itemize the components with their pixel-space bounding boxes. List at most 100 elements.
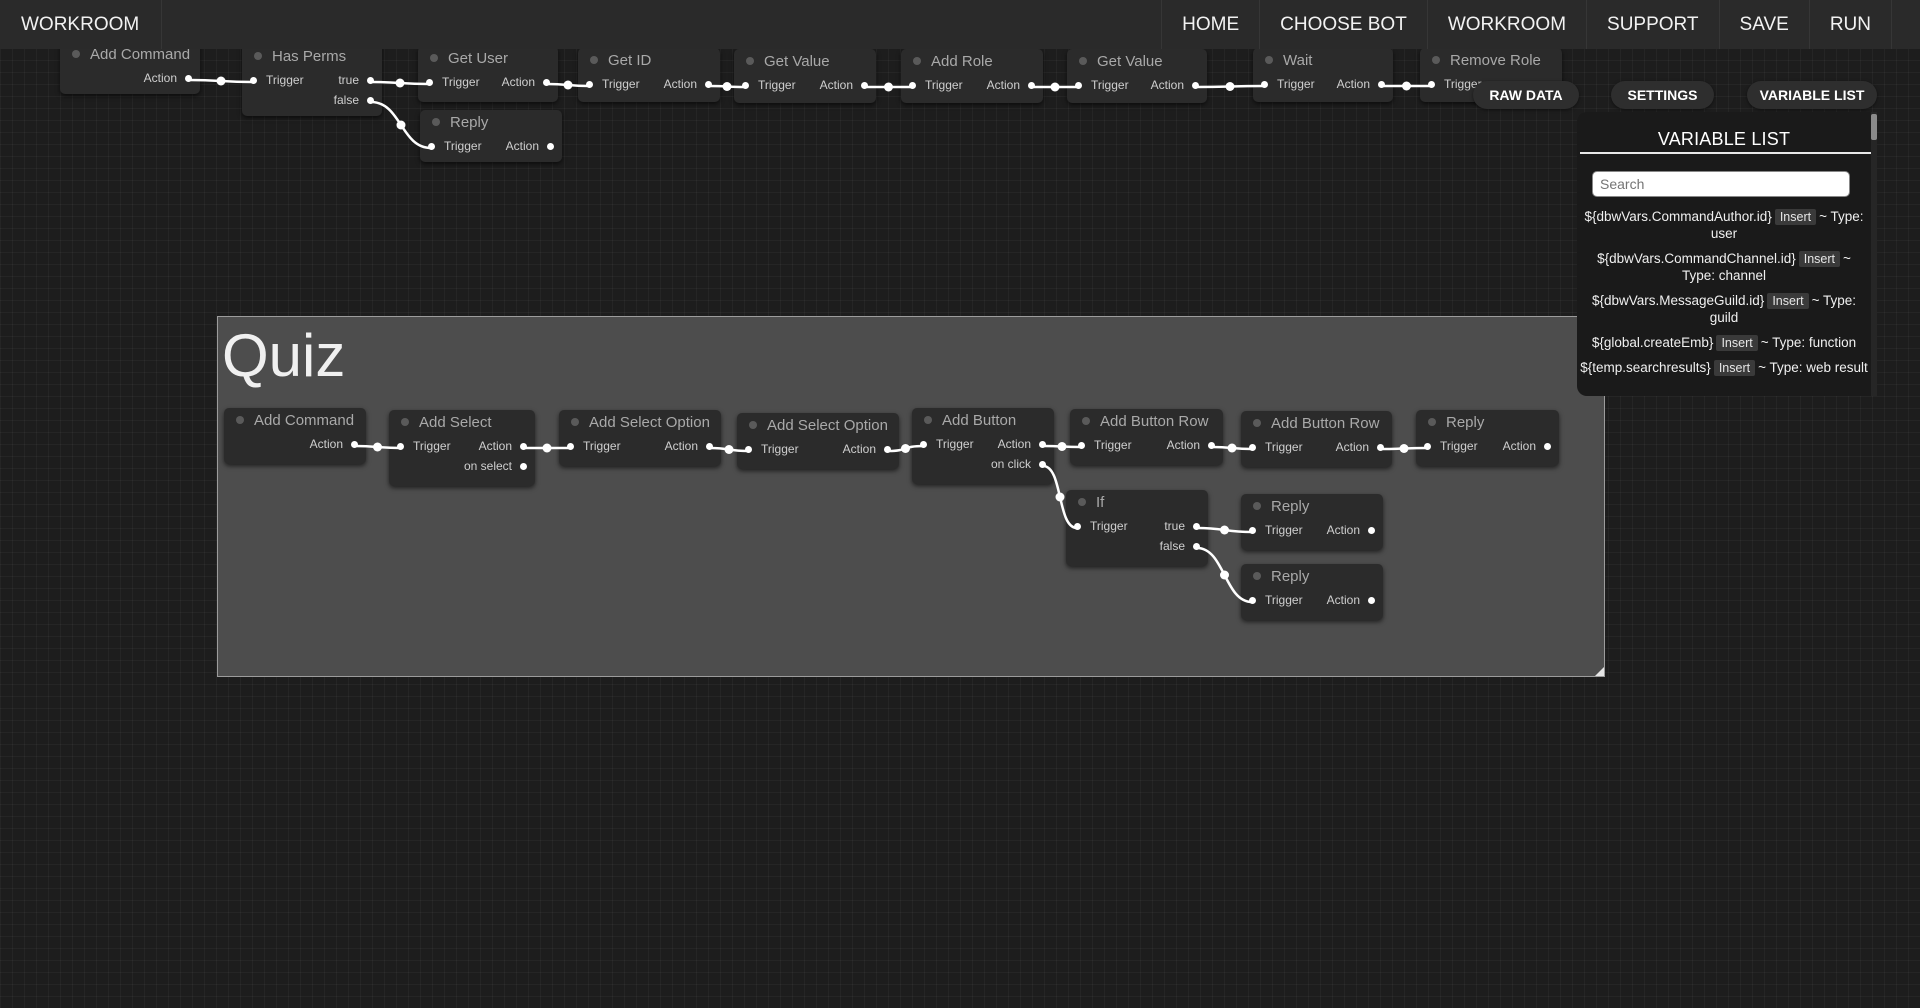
output-port-action[interactable]: Action bbox=[144, 71, 192, 85]
node-title[interactable]: Reply bbox=[1241, 564, 1383, 588]
output-pin[interactable] bbox=[367, 96, 374, 104]
output-pin[interactable] bbox=[861, 81, 868, 89]
output-port-action[interactable]: Action bbox=[998, 437, 1046, 451]
output-pin[interactable] bbox=[185, 74, 192, 82]
brand-logo[interactable]: WORKROOM bbox=[0, 0, 162, 49]
output-port-true[interactable]: true bbox=[1164, 519, 1200, 533]
insert-button[interactable]: Insert bbox=[1767, 293, 1809, 309]
output-pin[interactable] bbox=[1368, 526, 1375, 534]
input-pin[interactable] bbox=[745, 445, 752, 453]
input-pin[interactable] bbox=[1249, 443, 1256, 451]
node-title[interactable]: Reply bbox=[420, 110, 562, 134]
input-pin[interactable] bbox=[428, 142, 435, 150]
output-pin[interactable] bbox=[351, 440, 358, 448]
node-get-value[interactable]: Get Value Trigger Action bbox=[734, 49, 876, 103]
variable-search-input[interactable] bbox=[1592, 171, 1850, 197]
node-reply[interactable]: Reply Trigger Action bbox=[420, 110, 562, 162]
output-port-action[interactable]: Action bbox=[1327, 523, 1375, 537]
output-port-action[interactable]: Action bbox=[820, 78, 868, 92]
nav-support[interactable]: SUPPORT bbox=[1586, 0, 1719, 49]
node-add-select-option[interactable]: Add Select Option Trigger Action bbox=[737, 413, 899, 469]
input-port-trigger[interactable]: Trigger bbox=[1249, 593, 1303, 607]
output-pin[interactable] bbox=[884, 445, 891, 453]
output-port-action[interactable]: Action bbox=[1327, 593, 1375, 607]
node-title[interactable]: Add Command bbox=[224, 408, 366, 432]
output-pin[interactable] bbox=[520, 442, 527, 450]
insert-button[interactable]: Insert bbox=[1774, 209, 1817, 225]
output-port-action[interactable]: Action bbox=[502, 75, 550, 89]
output-pin[interactable] bbox=[1378, 80, 1385, 88]
output-port-true[interactable]: true bbox=[338, 73, 374, 87]
output-port-action[interactable]: Action bbox=[1503, 439, 1551, 453]
input-port-trigger[interactable]: Trigger bbox=[1074, 519, 1128, 533]
input-port-trigger[interactable]: Trigger bbox=[586, 77, 640, 91]
node-title[interactable]: Add Button Row bbox=[1241, 411, 1392, 435]
nav-choose-bot[interactable]: CHOOSE BOT bbox=[1259, 0, 1427, 49]
output-pin[interactable] bbox=[1208, 441, 1215, 449]
node-reply[interactable]: Reply Trigger Action bbox=[1241, 494, 1383, 550]
input-port-trigger[interactable]: Trigger bbox=[567, 439, 621, 453]
node-title[interactable]: Get ID bbox=[578, 48, 720, 72]
node-title[interactable]: Get Value bbox=[1067, 49, 1207, 73]
input-port-trigger[interactable]: Trigger bbox=[1078, 438, 1132, 452]
output-pin[interactable] bbox=[1193, 542, 1200, 550]
node-add-command[interactable]: Add Command Action bbox=[60, 42, 200, 94]
output-pin[interactable] bbox=[1193, 522, 1200, 530]
output-pin[interactable] bbox=[705, 80, 712, 88]
input-pin[interactable] bbox=[250, 76, 257, 84]
node-reply[interactable]: Reply Trigger Action bbox=[1416, 410, 1559, 466]
input-pin[interactable] bbox=[742, 81, 749, 89]
input-port-trigger[interactable]: Trigger bbox=[742, 78, 796, 92]
output-pin[interactable] bbox=[547, 142, 554, 150]
input-port-trigger[interactable]: Trigger bbox=[745, 442, 799, 456]
node-title[interactable]: Add Button Row bbox=[1070, 409, 1223, 433]
node-title[interactable]: Add Select Option bbox=[559, 410, 721, 434]
node-title[interactable]: Add Select Option bbox=[737, 413, 899, 437]
input-pin[interactable] bbox=[586, 80, 593, 88]
insert-button[interactable]: Insert bbox=[1713, 360, 1756, 376]
input-pin[interactable] bbox=[1074, 522, 1081, 530]
output-pin[interactable] bbox=[1192, 81, 1199, 89]
output-pin[interactable] bbox=[1377, 443, 1384, 451]
input-port-trigger[interactable]: Trigger bbox=[1075, 78, 1129, 92]
group-resize-handle[interactable] bbox=[1595, 667, 1604, 676]
node-add-command[interactable]: Add Command Action bbox=[224, 408, 366, 464]
node-title[interactable]: Get User bbox=[418, 46, 558, 70]
input-pin[interactable] bbox=[397, 442, 404, 450]
node-title[interactable]: Remove Role bbox=[1420, 48, 1562, 72]
input-pin[interactable] bbox=[909, 81, 916, 89]
node-title[interactable]: Reply bbox=[1416, 410, 1559, 434]
output-port-action[interactable]: Action bbox=[310, 437, 358, 451]
node-title[interactable]: Add Role bbox=[901, 49, 1043, 73]
output-port-action[interactable]: Action bbox=[1336, 440, 1384, 454]
input-port-trigger[interactable]: Trigger bbox=[1261, 77, 1315, 91]
node-group-quiz[interactable]: Quiz bbox=[217, 316, 1605, 677]
input-port-trigger[interactable]: Trigger bbox=[1249, 440, 1303, 454]
node-wait[interactable]: Wait Trigger Action bbox=[1253, 48, 1393, 102]
insert-button[interactable]: Insert bbox=[1798, 251, 1840, 267]
nav-workroom[interactable]: WORKROOM bbox=[1426, 0, 1586, 49]
output-port-action[interactable]: Action bbox=[1167, 438, 1215, 452]
node-add-button-row[interactable]: Add Button Row Trigger Action bbox=[1070, 409, 1223, 465]
output-port-action[interactable]: Action bbox=[987, 78, 1035, 92]
node-get-id[interactable]: Get ID Trigger Action bbox=[578, 48, 720, 102]
insert-button[interactable]: Insert bbox=[1716, 335, 1758, 351]
node-if[interactable]: If Trigger true false bbox=[1066, 490, 1208, 566]
node-title[interactable]: If bbox=[1066, 490, 1208, 514]
scrollbar-thumb[interactable] bbox=[1871, 114, 1877, 140]
output-port-action[interactable]: Action bbox=[664, 77, 712, 91]
output-port-action[interactable]: Action bbox=[506, 139, 554, 153]
input-port-trigger[interactable]: Trigger bbox=[426, 75, 480, 89]
node-title[interactable]: Reply bbox=[1241, 494, 1383, 518]
nav-save[interactable]: SAVE bbox=[1718, 0, 1809, 49]
output-port-action[interactable]: Action bbox=[1151, 78, 1199, 92]
node-add-select-option[interactable]: Add Select Option Trigger Action bbox=[559, 410, 721, 466]
output-port-action[interactable]: Action bbox=[1337, 77, 1385, 91]
node-get-value[interactable]: Get Value Trigger Action bbox=[1067, 49, 1207, 103]
output-port-action[interactable]: Action bbox=[843, 442, 891, 456]
input-pin[interactable] bbox=[1249, 526, 1256, 534]
input-port-trigger[interactable]: Trigger bbox=[428, 139, 482, 153]
output-pin[interactable] bbox=[706, 442, 713, 450]
input-port-trigger[interactable]: Trigger bbox=[250, 73, 304, 87]
node-reply[interactable]: Reply Trigger Action bbox=[1241, 564, 1383, 620]
